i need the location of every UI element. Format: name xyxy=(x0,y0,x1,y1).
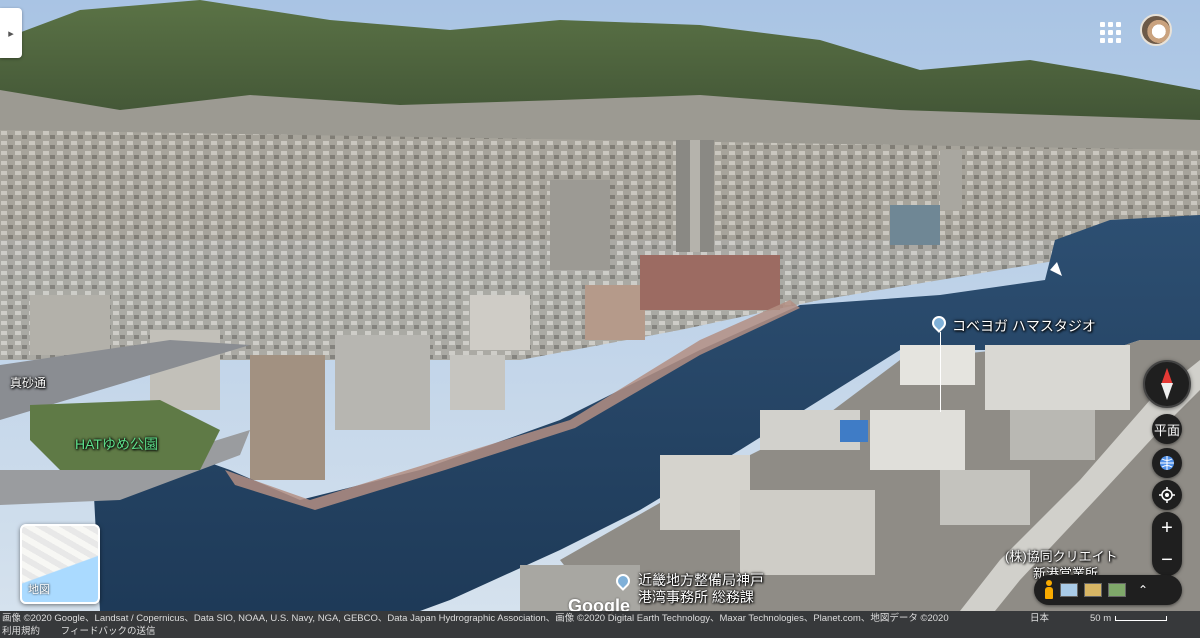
compass-button[interactable] xyxy=(1143,360,1191,408)
flat-view-button[interactable]: 平面 xyxy=(1152,414,1182,444)
place-label-kinki-office[interactable]: 港湾事務所 総務課 xyxy=(638,587,754,607)
zoom-control: + − xyxy=(1152,512,1182,576)
place-label-hat-park[interactable]: HATゆめ公園 xyxy=(75,434,158,454)
layer-thumbnail-transit[interactable] xyxy=(1060,583,1078,597)
layer-thumbnail-terrain[interactable] xyxy=(1084,583,1102,597)
apps-grid-icon xyxy=(1099,21,1105,27)
zoom-out-button[interactable]: − xyxy=(1152,544,1182,576)
attribution-text: 画像 ©2020 Google、Landsat / Copernicus、Dat… xyxy=(2,613,949,624)
globe-view-button[interactable] xyxy=(1152,448,1182,478)
pin-stem xyxy=(940,332,941,412)
language-link[interactable]: 日本 xyxy=(1030,612,1049,625)
zoom-in-button[interactable]: + xyxy=(1152,512,1182,544)
compass-south-icon xyxy=(1161,383,1173,400)
collapse-panel-button[interactable]: ▸ xyxy=(0,8,22,58)
feedback-link[interactable]: フィードバックの送信 xyxy=(61,626,156,637)
expand-layers-icon[interactable]: ⌃ xyxy=(1138,583,1148,597)
scale-bar xyxy=(1115,616,1168,621)
terms-link[interactable]: 利用規約 xyxy=(2,626,40,637)
attribution-footer: 画像 ©2020 Google、Landsat / Copernicus、Dat… xyxy=(0,611,1200,638)
scale-indicator[interactable]: 50 m xyxy=(1090,612,1168,625)
chevron-right-icon: ▸ xyxy=(8,26,14,40)
place-label-studio[interactable]: コベヨガ ハマスタジオ xyxy=(952,316,1096,336)
layers-bar: ⌃ xyxy=(1034,575,1182,605)
place-label-masago[interactable]: 真砂通 xyxy=(10,374,46,391)
my-location-button[interactable] xyxy=(1152,480,1182,510)
pegman-icon[interactable] xyxy=(1044,580,1054,600)
scale-text: 50 m xyxy=(1090,613,1112,624)
google-apps-button[interactable] xyxy=(1096,18,1124,46)
minimap-label: 地図 xyxy=(28,584,50,596)
layer-thumbnail-satellite[interactable] xyxy=(1108,583,1126,597)
account-avatar[interactable] xyxy=(1140,14,1172,46)
globe-icon xyxy=(1160,456,1174,470)
location-target-icon xyxy=(1159,487,1175,503)
minimap-toggle[interactable]: 地図 xyxy=(20,524,100,604)
